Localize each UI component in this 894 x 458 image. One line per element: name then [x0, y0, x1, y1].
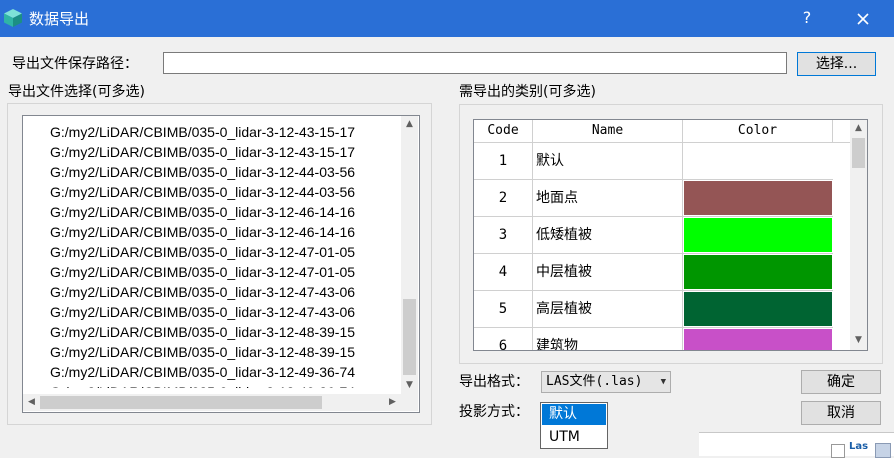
close-icon[interactable]	[851, 7, 875, 31]
save-path-input[interactable]	[163, 52, 787, 74]
window-title: 数据导出	[29, 10, 90, 28]
list-item[interactable]: G:/my2/LiDAR/CBIMB/035-0_lidar-3-12-46-1…	[50, 202, 401, 222]
chevron-down-icon: ▼	[660, 377, 666, 387]
table-scroll-down-arrow-icon[interactable]: ▼	[850, 332, 867, 349]
ok-button[interactable]: 确定	[801, 370, 881, 394]
cell-code: 4	[474, 254, 533, 291]
color-swatch[interactable]	[684, 144, 832, 178]
layer-icon	[875, 443, 891, 458]
table-scroll-up-arrow-icon[interactable]: ▲	[850, 120, 867, 137]
file-list[interactable]: G:/my2/LiDAR/CBIMB/035-0_lidar-3-12-43-1…	[22, 115, 420, 413]
class-select-label: 需导出的类别(可多选)	[459, 84, 596, 100]
header-name[interactable]: Name	[533, 120, 683, 142]
cube-icon	[4, 9, 22, 27]
table-row[interactable]: 2 地面点	[474, 180, 850, 217]
title-bar: 数据导出 ?	[0, 0, 894, 37]
cell-code: 1	[474, 143, 533, 180]
table-row[interactable]: 6 建筑物	[474, 328, 850, 350]
projection-option-default[interactable]: 默认	[542, 404, 606, 425]
cell-code: 2	[474, 180, 533, 217]
header-color[interactable]: Color	[683, 120, 833, 142]
select-path-button[interactable]: 选择...	[797, 52, 876, 76]
file-list-vscrollbar[interactable]: ▲ ▼	[401, 116, 418, 394]
format-value: LAS文件(.las)	[546, 374, 643, 389]
help-button[interactable]: ?	[796, 7, 818, 29]
scroll-right-arrow-icon[interactable]: ▶	[384, 394, 401, 411]
cell-color[interactable]	[683, 143, 833, 180]
scroll-corner	[401, 394, 418, 411]
scroll-up-arrow-icon[interactable]: ▲	[401, 116, 418, 133]
cell-name: 低矮植被	[533, 217, 683, 254]
background-label: Las	[849, 441, 869, 452]
format-select[interactable]: LAS文件(.las) ▼	[541, 371, 671, 393]
cell-code: 6	[474, 328, 533, 350]
color-swatch[interactable]	[684, 292, 832, 326]
list-item[interactable]: G:/my2/LiDAR/CBIMB/035-0_lidar-3-12-46-1…	[50, 222, 401, 242]
file-items: G:/my2/LiDAR/CBIMB/035-0_lidar-3-12-43-1…	[50, 122, 401, 388]
table-row[interactable]: 4 中层植被	[474, 254, 850, 291]
list-item[interactable]: G:/my2/LiDAR/CBIMB/035-0_lidar-3-12-48-3…	[50, 322, 401, 342]
format-label: 导出格式：	[459, 374, 529, 390]
list-item[interactable]: G:/my2/LiDAR/CBIMB/035-0_lidar-3-12-47-4…	[50, 282, 401, 302]
scroll-down-arrow-icon[interactable]: ▼	[401, 377, 418, 394]
cancel-button[interactable]: 取消	[801, 401, 881, 425]
color-swatch[interactable]	[684, 255, 832, 289]
list-item[interactable]: G:/my2/LiDAR/CBIMB/035-0_lidar-3-12-47-4…	[50, 302, 401, 322]
projection-label: 投影方式：	[459, 404, 529, 420]
cell-name: 默认	[533, 143, 683, 180]
color-swatch[interactable]	[684, 329, 832, 350]
table-row[interactable]: 3 低矮植被	[474, 217, 850, 254]
table-row[interactable]: 1 默认	[474, 143, 850, 180]
file-select-label: 导出文件选择(可多选)	[8, 84, 145, 100]
cell-color[interactable]	[683, 254, 833, 291]
list-item[interactable]: G:/my2/LiDAR/CBIMB/035-0_lidar-3-12-43-1…	[50, 142, 401, 162]
background-window: Las	[699, 432, 894, 458]
cell-color[interactable]	[683, 180, 833, 217]
table-vscroll-thumb[interactable]	[852, 138, 865, 168]
list-item[interactable]: G:/my2/LiDAR/CBIMB/035-0_lidar-3-12-44-0…	[50, 162, 401, 182]
cell-name: 中层植被	[533, 254, 683, 291]
list-item[interactable]: G:/my2/LiDAR/CBIMB/035-0_lidar-3-12-48-3…	[50, 342, 401, 362]
background-checkbox	[831, 444, 845, 458]
table-row[interactable]: 5 高层植被	[474, 291, 850, 328]
cell-color[interactable]	[683, 217, 833, 254]
list-item[interactable]: G:/my2/LiDAR/CBIMB/035-0_lidar-3-12-47-0…	[50, 262, 401, 282]
projection-dropdown[interactable]: 默认 UTM	[540, 402, 608, 449]
list-item[interactable]: G:/my2/LiDAR/CBIMB/035-0_lidar-3-12-43-1…	[50, 122, 401, 142]
projection-option-utm[interactable]: UTM	[542, 427, 606, 448]
scroll-left-arrow-icon[interactable]: ◀	[23, 394, 40, 411]
list-item[interactable]: G:/my2/LiDAR/CBIMB/035-0_lidar-3-12-49-3…	[50, 362, 401, 382]
list-item[interactable]: G:/my2/LiDAR/CBIMB/035-0_lidar-3-12-44-0…	[50, 182, 401, 202]
list-item[interactable]: G:/my2/LiDAR/CBIMB/035-0_lidar-3-12-49-3…	[50, 382, 401, 388]
class-table-vscrollbar[interactable]: ▲ ▼	[850, 120, 867, 350]
header-code[interactable]: Code	[474, 120, 533, 142]
cell-name: 地面点	[533, 180, 683, 217]
save-path-label: 导出文件保存路径：	[12, 56, 138, 72]
cell-code: 3	[474, 217, 533, 254]
class-table[interactable]: Code Name Color 1 默认 2 地面点 3 低矮植被 4 中层植被 5 高层植被 6 建…	[473, 119, 868, 351]
cell-code: 5	[474, 291, 533, 328]
cell-name: 建筑物	[533, 328, 683, 350]
file-list-hscrollbar[interactable]: ◀ ▶	[23, 394, 401, 411]
vscroll-thumb[interactable]	[403, 299, 416, 375]
cell-color[interactable]	[683, 328, 833, 350]
table-header: Code Name Color	[474, 120, 850, 143]
cell-name: 高层植被	[533, 291, 683, 328]
color-swatch[interactable]	[684, 181, 832, 215]
color-swatch[interactable]	[684, 218, 832, 252]
list-item[interactable]: G:/my2/LiDAR/CBIMB/035-0_lidar-3-12-47-0…	[50, 242, 401, 262]
cell-color[interactable]	[683, 291, 833, 328]
hscroll-thumb[interactable]	[40, 396, 322, 409]
